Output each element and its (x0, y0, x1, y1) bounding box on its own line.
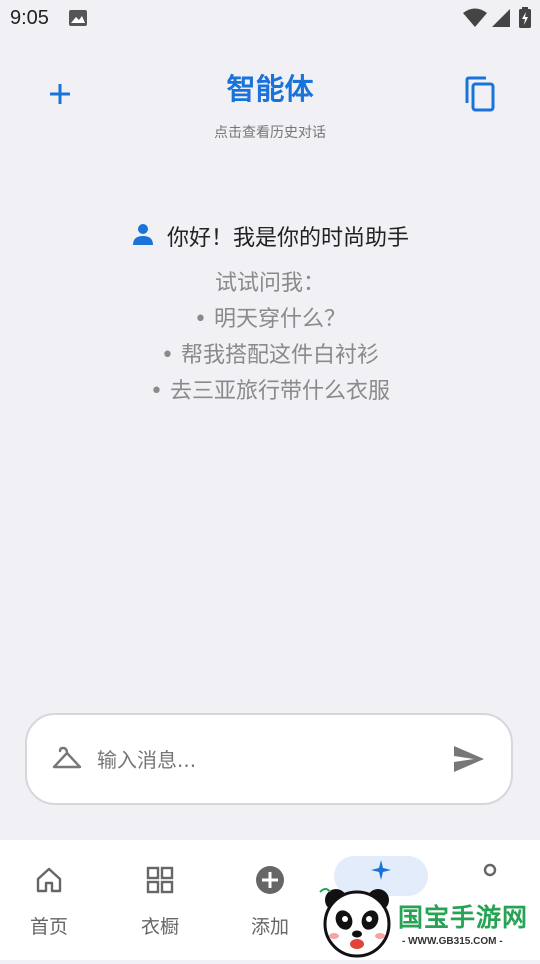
signal-icon (490, 8, 512, 32)
send-icon (452, 744, 486, 778)
status-bar: 9:05 (0, 0, 540, 38)
nav-label: 首页 (29, 916, 68, 938)
header: 智能体 点击查看历史对话 (0, 60, 540, 150)
suggestion-item: • 帮我搭配这件白衬衫 (161, 343, 379, 368)
message-input-bar (25, 713, 513, 805)
greeting-row: 你好！我是你的时尚助手 (0, 216, 540, 256)
sparkle-icon (369, 860, 393, 884)
panda-logo-icon (316, 882, 398, 964)
hanger-icon[interactable] (51, 745, 83, 777)
watermark: 国宝手游网 - WWW.GB315.COM - (316, 882, 540, 960)
watermark-url: - WWW.GB315.COM - (402, 936, 503, 947)
status-time: 9:05 (10, 7, 49, 29)
nav-item-wardrobe[interactable]: 衣橱 (105, 840, 215, 960)
nav-label: 添加 (250, 916, 289, 938)
home-icon (33, 864, 65, 896)
user-icon (131, 222, 155, 250)
wifi-icon (462, 8, 488, 32)
suggestions-list: 试试问我： • 明天穿什么？ • 帮我搭配这件白衬衫 • 去三亚旅行带什么衣服 (0, 266, 540, 410)
grid-icon (144, 864, 176, 896)
nav-item-add[interactable]: 添加 (215, 840, 325, 960)
copy-icon (464, 76, 496, 116)
welcome-panel: 你好！我是你的时尚助手 试试问我： • 明天穿什么？ • 帮我搭配这件白衬衫 •… (0, 216, 540, 410)
send-button[interactable] (449, 741, 489, 781)
add-circle-icon (254, 864, 286, 896)
history-hint[interactable]: 点击查看历史对话 (0, 122, 540, 142)
watermark-brand: 国宝手游网 (398, 903, 529, 932)
suggestion-item: • 去三亚旅行带什么衣服 (150, 379, 390, 404)
suggestions-prompt: 试试问我： (214, 271, 325, 296)
image-notification-icon (68, 9, 88, 31)
battery-icon (518, 7, 532, 33)
nav-label: 衣橱 (140, 916, 179, 938)
suggestion-item: • 明天穿什么？ (194, 307, 346, 332)
nav-item-home[interactable]: 首页 (0, 840, 104, 960)
greeting-text: 你好！我是你的时尚助手 (166, 226, 409, 251)
message-input[interactable] (95, 739, 439, 781)
history-button[interactable] (458, 74, 502, 118)
